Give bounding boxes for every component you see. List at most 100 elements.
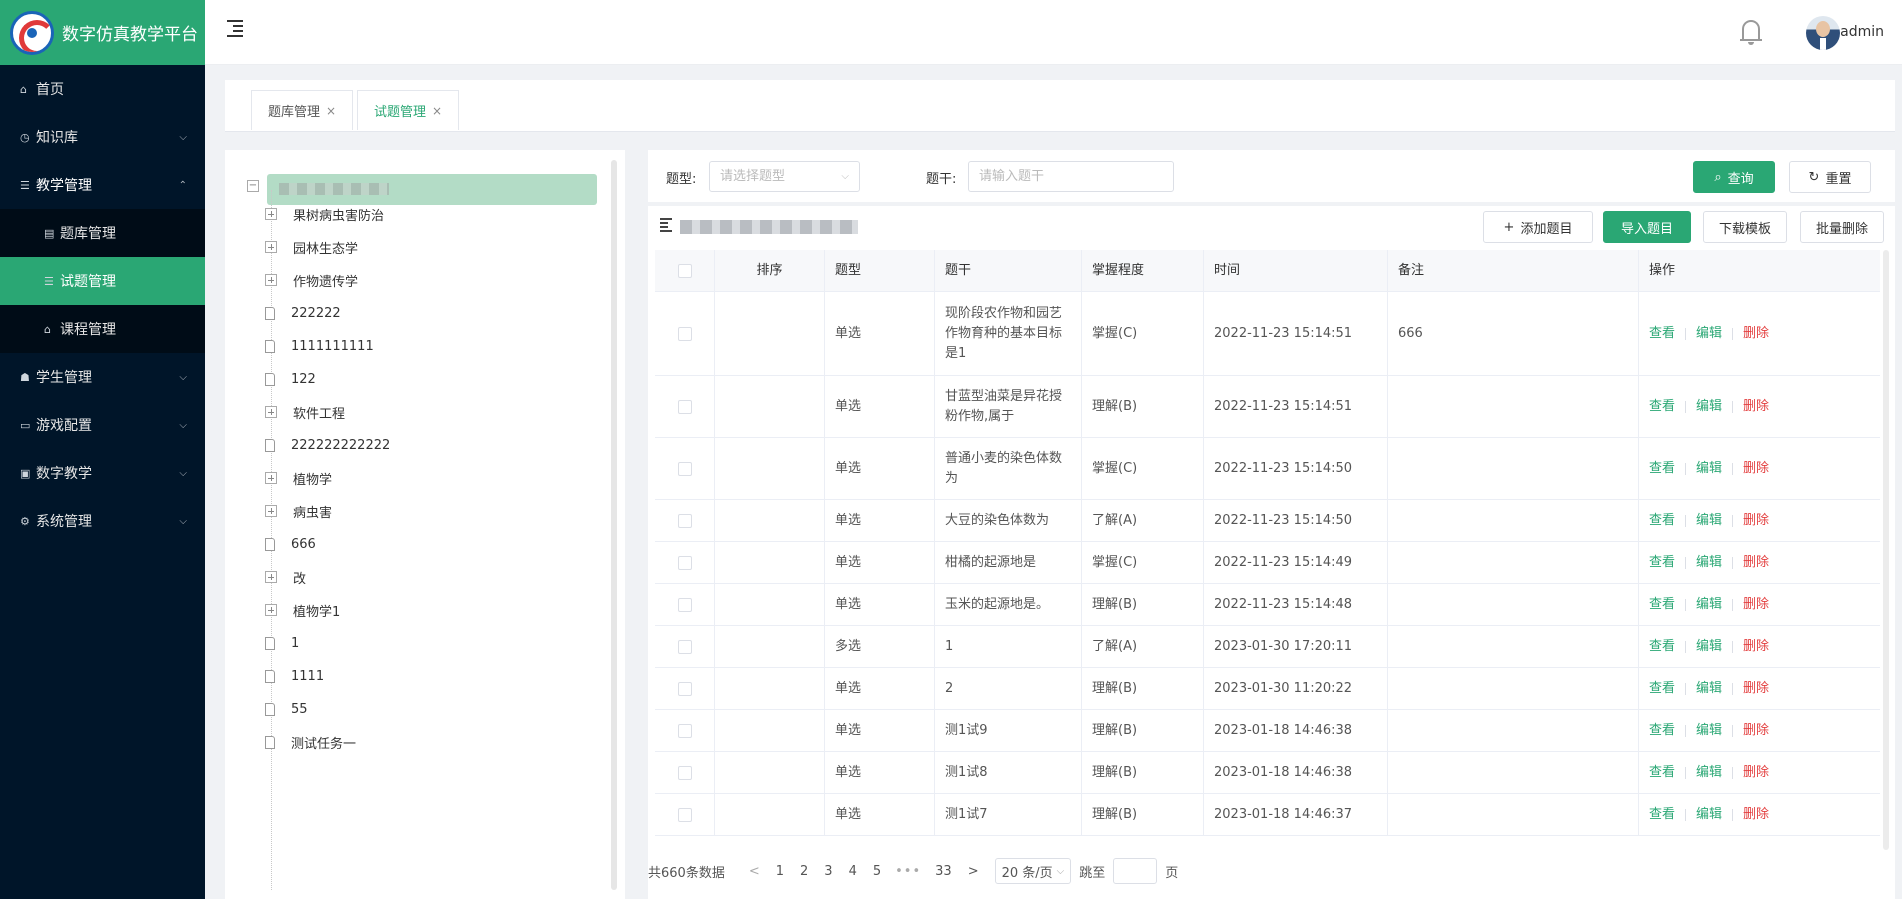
row-checkbox[interactable]: [677, 765, 692, 780]
sidebar-item-courses[interactable]: ⌂ 课程管理: [0, 305, 205, 353]
sidebar-item-question-bank[interactable]: ▤ 题库管理: [0, 209, 205, 257]
select-all-checkbox[interactable]: [677, 263, 692, 278]
row-checkbox[interactable]: [677, 326, 692, 341]
tree-node[interactable]: 果树病虫害防治: [265, 201, 384, 227]
edit-link[interactable]: 编辑: [1696, 397, 1722, 417]
edit-link[interactable]: 编辑: [1696, 721, 1722, 741]
view-link[interactable]: 查看: [1649, 459, 1675, 479]
delete-link[interactable]: 删除: [1743, 595, 1769, 615]
edit-link[interactable]: 编辑: [1696, 805, 1722, 825]
delete-link[interactable]: 删除: [1743, 763, 1769, 783]
sidebar-fold-icon[interactable]: [227, 20, 245, 37]
tab-questions[interactable]: 试题管理 ×: [357, 90, 460, 130]
row-checkbox[interactable]: [677, 597, 692, 612]
collapse-icon[interactable]: −: [247, 180, 259, 192]
tab-question-bank[interactable]: 题库管理 ×: [251, 90, 354, 130]
view-link[interactable]: 查看: [1649, 679, 1675, 699]
tree-node[interactable]: 软件工程: [265, 399, 345, 425]
stem-input[interactable]: 请输入题干: [968, 161, 1174, 192]
tree-node[interactable]: 测试任务一: [265, 729, 356, 755]
view-link[interactable]: 查看: [1649, 324, 1675, 344]
batch-delete-button[interactable]: 批量删除: [1800, 211, 1884, 243]
sidebar-item-game-config[interactable]: ▭ 游戏配置 ⌵: [0, 401, 205, 449]
reset-button[interactable]: ↻ 重置: [1789, 161, 1871, 193]
add-question-button[interactable]: + 添加题目: [1483, 211, 1593, 243]
tree-node[interactable]: 园林生态学: [265, 234, 358, 260]
tree-node[interactable]: 1: [265, 630, 299, 656]
edit-link[interactable]: 编辑: [1696, 459, 1722, 479]
view-link[interactable]: 查看: [1649, 511, 1675, 531]
delete-link[interactable]: 删除: [1743, 511, 1769, 531]
row-checkbox[interactable]: [677, 807, 692, 822]
tree-node[interactable]: 病虫害: [265, 498, 332, 524]
next-page-button[interactable]: >: [968, 864, 979, 879]
view-link[interactable]: 查看: [1649, 805, 1675, 825]
delete-link[interactable]: 删除: [1743, 459, 1769, 479]
expand-icon[interactable]: [265, 571, 277, 583]
close-icon[interactable]: ×: [432, 104, 442, 118]
tree-scrollbar[interactable]: [611, 160, 617, 890]
tree-node[interactable]: 改: [265, 564, 306, 590]
tree-node[interactable]: 666: [265, 531, 316, 557]
delete-link[interactable]: 删除: [1743, 805, 1769, 825]
delete-link[interactable]: 删除: [1743, 637, 1769, 657]
tree-node[interactable]: 122: [265, 366, 316, 392]
row-checkbox[interactable]: [677, 555, 692, 570]
import-questions-button[interactable]: 导入题目: [1603, 211, 1691, 243]
sidebar-item-knowledge[interactable]: ◷ 知识库 ⌵: [0, 113, 205, 161]
sidebar-item-students[interactable]: ☗ 学生管理 ⌵: [0, 353, 205, 401]
tree-node[interactable]: 222222: [265, 300, 341, 326]
row-checkbox[interactable]: [677, 681, 692, 696]
delete-link[interactable]: 删除: [1743, 679, 1769, 699]
tree-node[interactable]: 55: [265, 696, 308, 722]
username[interactable]: admin: [1840, 24, 1884, 40]
tree-node[interactable]: 1111111111: [265, 333, 374, 359]
page-number[interactable]: 4: [849, 864, 857, 879]
expand-icon[interactable]: [265, 241, 277, 253]
download-template-button[interactable]: 下载模板: [1703, 211, 1787, 243]
row-checkbox[interactable]: [677, 723, 692, 738]
ellipsis[interactable]: •••: [895, 864, 921, 879]
view-link[interactable]: 查看: [1649, 721, 1675, 741]
tree-node[interactable]: 作物遗传学: [265, 267, 358, 293]
tree-node[interactable]: 植物学1: [265, 597, 340, 623]
edit-link[interactable]: 编辑: [1696, 637, 1722, 657]
sidebar-item-teaching[interactable]: ☰ 教学管理 ⌃: [0, 161, 205, 209]
delete-link[interactable]: 删除: [1743, 721, 1769, 741]
expand-icon[interactable]: [265, 505, 277, 517]
expand-icon[interactable]: [265, 406, 277, 418]
expand-icon[interactable]: [265, 604, 277, 616]
expand-icon[interactable]: [265, 208, 277, 220]
sidebar-item-questions[interactable]: ☰ 试题管理: [0, 257, 205, 305]
view-link[interactable]: 查看: [1649, 553, 1675, 573]
sidebar-item-digital-teaching[interactable]: ▣ 数字教学 ⌵: [0, 449, 205, 497]
edit-link[interactable]: 编辑: [1696, 553, 1722, 573]
page-number[interactable]: 5: [873, 864, 881, 879]
expand-icon[interactable]: [265, 274, 277, 286]
close-icon[interactable]: ×: [326, 104, 336, 118]
edit-link[interactable]: 编辑: [1696, 324, 1722, 344]
edit-link[interactable]: 编辑: [1696, 511, 1722, 531]
view-link[interactable]: 查看: [1649, 637, 1675, 657]
delete-link[interactable]: 删除: [1743, 324, 1769, 344]
edit-link[interactable]: 编辑: [1696, 763, 1722, 783]
jump-page-input[interactable]: [1113, 858, 1158, 884]
tree-node[interactable]: 植物学: [265, 465, 332, 491]
tree-node[interactable]: 222222222222: [265, 432, 390, 458]
prev-page-button[interactable]: <: [749, 864, 760, 879]
row-checkbox[interactable]: [677, 639, 692, 654]
type-select[interactable]: 请选择题型 ⌵: [709, 161, 860, 192]
tree-node[interactable]: 1111: [265, 663, 324, 689]
row-checkbox[interactable]: [677, 399, 692, 414]
page-size-select[interactable]: 20 条/页 ⌵: [994, 858, 1072, 884]
sidebar-item-home[interactable]: ⌂ 首页: [0, 65, 205, 113]
sidebar-item-system[interactable]: ⚙ 系统管理 ⌵: [0, 497, 205, 545]
search-button[interactable]: ⌕ 查询: [1693, 161, 1775, 193]
view-link[interactable]: 查看: [1649, 595, 1675, 615]
view-link[interactable]: 查看: [1649, 763, 1675, 783]
page-number[interactable]: 2: [800, 864, 808, 879]
avatar[interactable]: [1806, 16, 1840, 50]
delete-link[interactable]: 删除: [1743, 397, 1769, 417]
page-number[interactable]: 3: [824, 864, 832, 879]
row-checkbox[interactable]: [677, 513, 692, 528]
